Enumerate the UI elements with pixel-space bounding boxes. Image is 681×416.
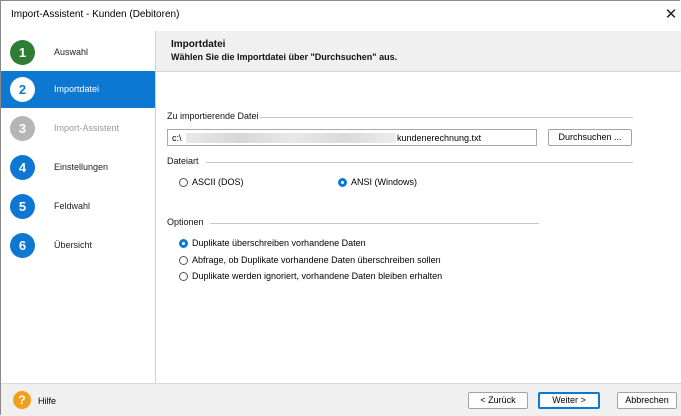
step-number-badge: 2 <box>10 77 35 102</box>
radio-label: Abfrage, ob Duplikate vorhandene Daten ü… <box>192 255 441 265</box>
content-area: Zu importierende Datei c:\ kundenerechnu… <box>156 72 681 383</box>
radio-ascii-dos[interactable]: ASCII (DOS) <box>179 177 299 189</box>
step-label: Übersicht <box>54 240 93 250</box>
radio-button[interactable] <box>179 239 188 248</box>
step-number-badge: 1 <box>10 40 35 65</box>
radio-label: ANSI (Windows) <box>351 177 418 187</box>
step-number-badge: 6 <box>10 233 35 258</box>
group-divider <box>206 162 633 163</box>
step-number-badge: 5 <box>10 194 35 219</box>
close-icon[interactable]: ✕ <box>662 5 680 25</box>
page-header: Importdatei Wählen Sie die Importdatei ü… <box>156 31 681 72</box>
import-wizard-window: Import-Assistent - Kunden (Debitoren) ✕ … <box>0 0 681 416</box>
radio-label: Duplikate werden ignoriert, vorhandene D… <box>192 271 443 281</box>
file-path-input[interactable]: c:\ kundenerechnung.txt <box>167 129 537 146</box>
back-button[interactable]: < Zurück <box>468 392 528 409</box>
step-label: Import-Assistent <box>54 123 120 133</box>
group-divider <box>260 117 633 118</box>
radio-overwrite-duplicates[interactable]: Duplikate überschreiben vorhandene Daten <box>179 238 479 250</box>
step-label: Importdatei <box>54 84 100 94</box>
redacted-path <box>186 133 396 143</box>
radio-label: Duplikate überschreiben vorhandene Daten <box>192 238 366 248</box>
encoding-group-label: Dateiart <box>167 156 199 166</box>
radio-label: ASCII (DOS) <box>192 177 244 187</box>
radio-button[interactable] <box>179 272 188 281</box>
main-panel: Importdatei Wählen Sie die Importdatei ü… <box>156 31 681 383</box>
step-import-assistent: 3 Import-Assistent <box>1 110 155 147</box>
file-path-prefix: c:\ <box>172 133 182 143</box>
page-title: Importdatei <box>171 39 226 50</box>
cancel-button[interactable]: Abbrechen <box>617 392 677 409</box>
radio-button[interactable] <box>338 178 347 187</box>
radio-button[interactable] <box>179 256 188 265</box>
step-importdatei[interactable]: 2 Importdatei <box>1 71 155 108</box>
help-label[interactable]: Hilfe <box>38 396 56 406</box>
page-subtitle: Wählen Sie die Importdatei über "Durchsu… <box>171 52 398 62</box>
step-feldwahl[interactable]: 5 Feldwahl <box>1 188 155 225</box>
options-group-label: Optionen <box>167 217 204 227</box>
group-divider <box>210 223 539 224</box>
help-icon[interactable]: ? <box>13 391 31 409</box>
step-number-badge: 3 <box>10 116 35 141</box>
radio-button[interactable] <box>179 178 188 187</box>
window-title: Import-Assistent - Kunden (Debitoren) <box>11 9 180 20</box>
title-bar: Import-Assistent - Kunden (Debitoren) ✕ <box>1 1 681 31</box>
step-auswahl[interactable]: 1 Auswahl <box>1 34 155 71</box>
radio-ansi-windows[interactable]: ANSI (Windows) <box>338 177 458 189</box>
step-einstellungen[interactable]: 4 Einstellungen <box>1 149 155 186</box>
file-group-label: Zu importierende Datei <box>167 111 259 121</box>
step-label: Auswahl <box>54 47 89 57</box>
step-label: Einstellungen <box>54 162 109 172</box>
step-uebersicht[interactable]: 6 Übersicht <box>1 227 155 264</box>
browse-button[interactable]: Durchsuchen ... <box>548 129 632 146</box>
dialog-footer: ? Hilfe < Zurück Weiter > Abbrechen <box>1 383 681 416</box>
file-name: kundenerechnung.txt <box>397 133 482 143</box>
step-number-badge: 4 <box>10 155 35 180</box>
radio-ignore-duplicates[interactable]: Duplikate werden ignoriert, vorhandene D… <box>179 271 479 283</box>
radio-ask-duplicates[interactable]: Abfrage, ob Duplikate vorhandene Daten ü… <box>179 255 479 267</box>
step-label: Feldwahl <box>54 201 91 211</box>
wizard-steps-sidebar: 1 Auswahl 2 Importdatei 3 Import-Assiste… <box>1 31 156 383</box>
next-button[interactable]: Weiter > <box>538 392 600 409</box>
